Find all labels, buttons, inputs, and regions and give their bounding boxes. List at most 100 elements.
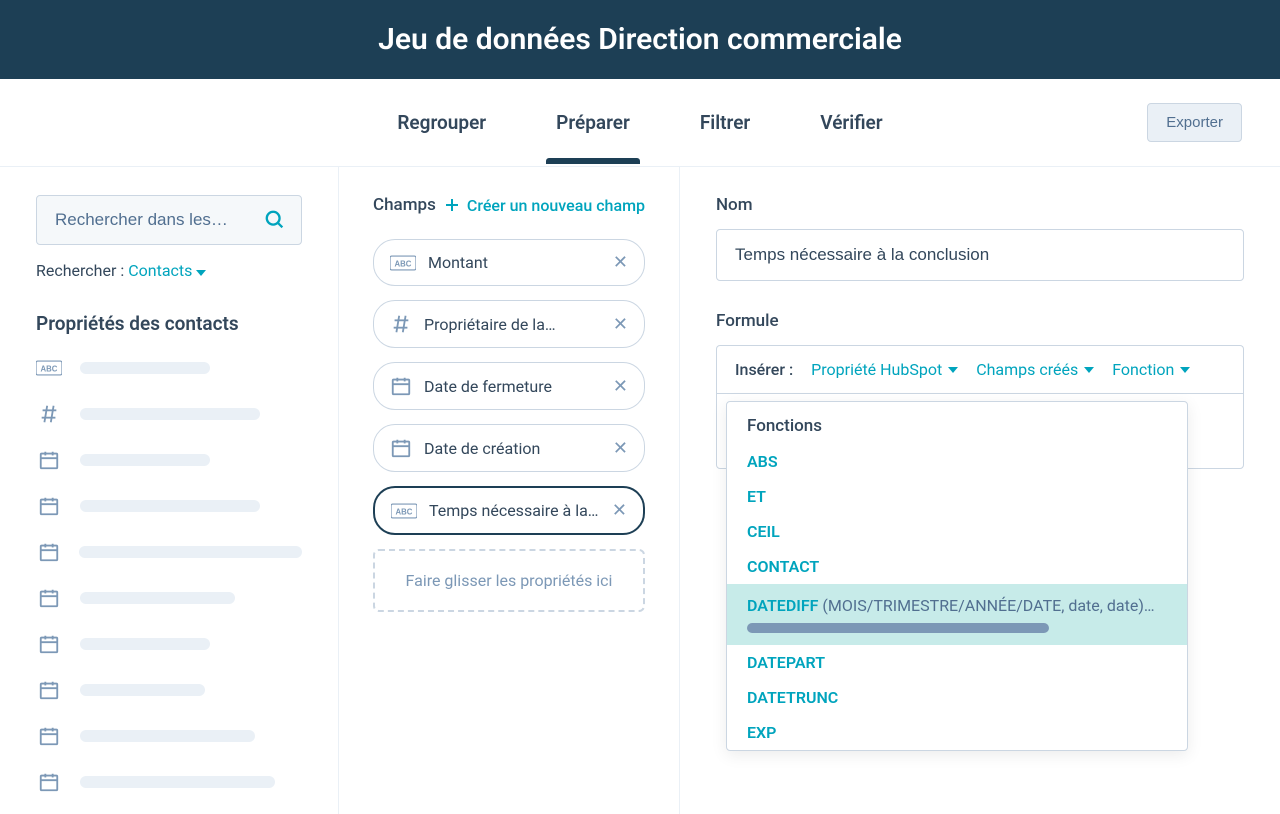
function-name: ET xyxy=(747,487,766,506)
property-row[interactable]: ABC xyxy=(36,357,302,379)
text-icon: ABC xyxy=(36,357,62,379)
calendar-icon xyxy=(36,449,62,471)
field-chip[interactable]: ABCTemps nécessaire à la…✕ xyxy=(373,486,645,535)
close-icon[interactable]: ✕ xyxy=(612,500,627,521)
function-name: DATEPART xyxy=(747,653,825,672)
formula-label: Formule xyxy=(716,311,1244,331)
nav-bar: Regrouper Préparer Filtrer Vérifier Expo… xyxy=(0,79,1280,167)
property-placeholder xyxy=(80,362,210,374)
svg-text:ABC: ABC xyxy=(41,364,58,373)
section-title: Propriétés des contacts xyxy=(36,312,302,335)
property-placeholder xyxy=(80,638,210,650)
number-icon xyxy=(36,403,62,425)
property-list: ABC xyxy=(36,357,302,793)
tab-preparer[interactable]: Préparer xyxy=(556,81,630,164)
chevron-down-icon xyxy=(948,367,958,373)
fields-label: Champs xyxy=(373,195,436,215)
search-filter: Rechercher : Contacts xyxy=(36,261,302,280)
calendar-icon xyxy=(36,679,62,701)
insert-property-link[interactable]: Propriété HubSpot xyxy=(811,360,958,379)
chevron-down-icon xyxy=(1180,367,1190,373)
calendar-icon xyxy=(36,725,62,747)
calendar-icon xyxy=(36,633,62,655)
insert-toolbar: Insérer : Propriété HubSpot Champs créés… xyxy=(716,345,1244,393)
property-placeholder xyxy=(80,500,260,512)
property-row[interactable] xyxy=(36,587,302,609)
tab-filtrer[interactable]: Filtrer xyxy=(700,81,750,164)
property-placeholder xyxy=(80,454,210,466)
property-row[interactable] xyxy=(36,679,302,701)
name-label: Nom xyxy=(716,195,1244,215)
function-item[interactable]: ABS xyxy=(727,444,1187,479)
property-placeholder xyxy=(80,684,205,696)
function-name: DATEDIFF xyxy=(747,596,818,615)
close-icon[interactable]: ✕ xyxy=(613,252,628,273)
calendar-icon xyxy=(390,375,412,397)
property-row[interactable] xyxy=(36,633,302,655)
chip-label: Date de création xyxy=(424,439,613,458)
function-item[interactable]: DATEPART xyxy=(727,645,1187,680)
function-item[interactable]: CEIL xyxy=(727,514,1187,549)
function-item[interactable]: ET xyxy=(727,479,1187,514)
property-row[interactable] xyxy=(36,541,302,563)
page-title: Jeu de données Direction commerciale xyxy=(0,22,1280,57)
property-row[interactable] xyxy=(36,771,302,793)
function-name: CONTACT xyxy=(747,557,819,576)
editor-panel: Nom Formule Insérer : Propriété HubSpot … xyxy=(680,167,1280,814)
search-filter-link[interactable]: Contacts xyxy=(128,261,206,280)
chip-label: Montant xyxy=(428,253,613,272)
field-chip[interactable]: Date de création✕ xyxy=(373,424,645,472)
function-dropdown: Fonctions ABS ET CEIL CONTACT DATEDIFF (MOIS… xyxy=(726,401,1188,751)
property-row[interactable] xyxy=(36,495,302,517)
property-placeholder xyxy=(80,776,275,788)
function-name: CEIL xyxy=(747,522,780,541)
property-row[interactable] xyxy=(36,725,302,747)
chip-label: Propriétaire de la… xyxy=(424,315,613,334)
function-description-placeholder xyxy=(747,623,1049,633)
chip-label: Date de fermeture xyxy=(424,377,613,396)
function-item[interactable]: DATEDIFF (MOIS/TRIMESTRE/ANNÉE/DATE, dat… xyxy=(727,584,1187,645)
insert-fields-link[interactable]: Champs créés xyxy=(976,360,1094,379)
page-header: Jeu de données Direction commerciale xyxy=(0,0,1280,79)
field-chip[interactable]: Date de fermeture✕ xyxy=(373,362,645,410)
property-row[interactable] xyxy=(36,403,302,425)
chevron-down-icon xyxy=(1084,367,1094,373)
name-input[interactable] xyxy=(716,229,1244,281)
dropzone[interactable]: Faire glisser les propriétés ici xyxy=(373,549,645,612)
close-icon[interactable]: ✕ xyxy=(613,376,628,397)
fields-panel: Champs Créer un nouveau champ ABC Montant… xyxy=(339,167,680,814)
chevron-down-icon xyxy=(196,270,206,276)
close-icon[interactable]: ✕ xyxy=(613,438,628,459)
function-args: (MOIS/TRIMESTRE/ANNÉE/DATE, date, date)… xyxy=(818,596,1154,615)
number-icon xyxy=(390,313,412,335)
property-placeholder xyxy=(80,408,260,420)
text-icon: ABC xyxy=(390,255,416,271)
export-button[interactable]: Exporter xyxy=(1147,103,1242,142)
field-chip[interactable]: ABC Montant✕ xyxy=(373,239,645,286)
calendar-icon xyxy=(36,587,62,609)
property-placeholder xyxy=(79,546,302,558)
calendar-icon xyxy=(36,495,62,517)
plus-icon xyxy=(445,198,459,212)
tab-verifier[interactable]: Vérifier xyxy=(820,81,882,164)
text-icon: ABC xyxy=(391,503,417,519)
tabs: Regrouper Préparer Filtrer Vérifier xyxy=(397,81,882,164)
function-item[interactable]: EXP xyxy=(727,715,1187,750)
svg-text:ABC: ABC xyxy=(396,507,413,516)
function-item[interactable]: CONTACT xyxy=(727,549,1187,584)
calendar-icon xyxy=(36,771,62,793)
close-icon[interactable]: ✕ xyxy=(613,314,628,335)
search-icon xyxy=(264,209,286,231)
field-chip[interactable]: Propriétaire de la…✕ xyxy=(373,300,645,348)
function-item[interactable]: DATETRUNC xyxy=(727,680,1187,715)
function-name: DATETRUNC xyxy=(747,688,838,707)
search-input[interactable] xyxy=(36,195,302,245)
tab-regrouper[interactable]: Regrouper xyxy=(397,81,486,164)
property-row[interactable] xyxy=(36,449,302,471)
property-placeholder xyxy=(80,592,235,604)
dropdown-title: Fonctions xyxy=(727,402,1187,444)
calendar-icon xyxy=(36,541,61,563)
create-field-link[interactable]: Créer un nouveau champ xyxy=(445,196,645,215)
insert-function-link[interactable]: Fonction xyxy=(1112,360,1190,379)
calendar-icon xyxy=(390,437,412,459)
